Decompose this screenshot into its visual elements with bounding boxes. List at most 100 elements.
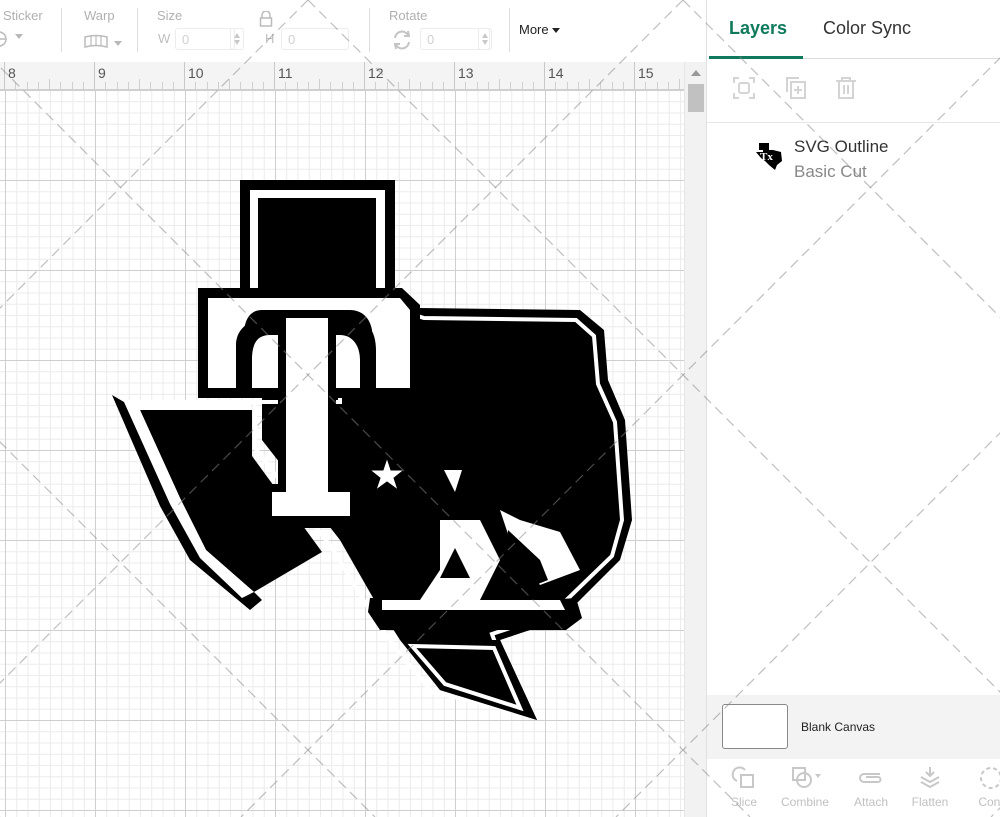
combine-button[interactable]: Combine — [777, 765, 833, 809]
ruler-major-tick — [184, 62, 185, 89]
ruler-minor-tick — [555, 82, 557, 89]
layer-item[interactable]: Tx SVG Outline Basic Cut — [707, 123, 1000, 193]
height-input[interactable] — [281, 28, 349, 50]
lock-icon[interactable] — [259, 10, 273, 30]
canvas-row[interactable]: Blank Canvas — [707, 695, 1000, 759]
width-stepper[interactable] — [230, 28, 244, 50]
ruler-minor-tick — [296, 82, 298, 89]
ruler-minor-tick — [150, 82, 152, 89]
ruler-minor-tick — [37, 82, 39, 89]
ruler-minor-tick — [532, 82, 534, 89]
ruler-minor-tick — [566, 82, 568, 89]
ruler-minor-tick — [667, 82, 669, 89]
blank-canvas-label: Blank Canvas — [801, 720, 876, 734]
ruler-minor-tick — [26, 82, 28, 89]
layer-actions-bar: Slice Combine Attach Flatten Cont — [707, 759, 1000, 817]
ruler-minor-tick — [487, 82, 489, 89]
horizontal-ruler: 8 9 10 11 12 13 14 15 — [0, 62, 684, 90]
ruler-minor-tick — [521, 82, 523, 89]
flatten-icon — [920, 767, 940, 789]
slice-button[interactable]: Slice — [729, 765, 759, 809]
ruler-minor-tick — [49, 79, 50, 89]
ruler-minor-tick — [476, 82, 478, 89]
attach-icon — [859, 773, 882, 783]
ruler-minor-tick — [386, 82, 388, 89]
ruler-label: 12 — [368, 65, 384, 81]
tab-color-sync[interactable]: Color Sync — [823, 18, 911, 39]
ruler-minor-tick — [442, 82, 444, 89]
size-label: Size — [157, 8, 183, 23]
sticker-label: Sticker — [3, 8, 43, 23]
rotate-group: Rotate — [370, 0, 510, 60]
width-label: W — [158, 31, 171, 46]
rotate-label: Rotate — [389, 8, 428, 23]
ruler-label: 8 — [8, 65, 16, 81]
ruler-label: 10 — [188, 65, 204, 81]
ruler-label: 15 — [638, 65, 654, 81]
ruler-minor-tick — [60, 82, 62, 89]
rotate-icon[interactable] — [391, 29, 413, 54]
ruler-minor-tick — [611, 82, 613, 89]
design-canvas[interactable] — [0, 90, 684, 817]
ruler-major-tick — [274, 62, 275, 89]
warp-dropdown-icon[interactable] — [114, 41, 122, 46]
ruler-major-tick — [364, 62, 365, 89]
rotate-stepper[interactable] — [478, 28, 492, 50]
ruler-minor-tick — [285, 82, 287, 89]
active-tab-indicator — [709, 56, 803, 59]
ruler-minor-tick — [240, 82, 242, 89]
ruler-minor-tick — [319, 79, 320, 89]
ruler-minor-tick — [82, 82, 84, 89]
ruler-minor-tick — [397, 82, 399, 89]
scroll-thumb[interactable] — [688, 84, 704, 112]
ruler-minor-tick — [206, 82, 208, 89]
sticker-dropdown-icon[interactable] — [15, 34, 23, 39]
attach-label: Attach — [853, 795, 889, 809]
size-group: Size W H — [138, 0, 368, 60]
warp-icon[interactable] — [83, 34, 109, 53]
contour-button[interactable]: Cont — [969, 765, 1000, 809]
delete-icon[interactable] — [834, 76, 858, 100]
blank-canvas-swatch[interactable] — [722, 704, 788, 749]
more-caret-icon[interactable] — [552, 28, 560, 33]
ruler-minor-tick — [600, 82, 602, 89]
canvas-vertical-scrollbar[interactable] — [684, 62, 706, 817]
scroll-up-arrow-icon[interactable] — [691, 70, 701, 76]
edit-toolbar: Sticker Warp Size W H — [0, 0, 708, 62]
ruler-label: 11 — [278, 65, 293, 81]
ruler-minor-tick — [656, 82, 658, 89]
ruler-minor-tick — [172, 82, 174, 89]
ruler-minor-tick — [341, 82, 343, 89]
ruler-major-tick — [4, 62, 5, 89]
ruler-minor-tick — [679, 79, 680, 89]
width-input[interactable] — [175, 28, 235, 50]
ruler-minor-tick — [161, 82, 163, 89]
attach-button[interactable]: Attach — [849, 765, 893, 809]
group-icon[interactable] — [732, 76, 756, 100]
tx-logo-thumbnail-icon: Tx — [755, 141, 783, 171]
duplicate-icon[interactable] — [783, 76, 807, 100]
ruler-minor-tick — [375, 82, 377, 89]
ruler-minor-tick — [195, 82, 197, 89]
ruler-minor-tick — [431, 82, 433, 89]
warp-label: Warp — [84, 8, 115, 23]
ruler-minor-tick — [71, 82, 73, 89]
height-label: H — [265, 31, 275, 46]
ruler-minor-tick — [15, 82, 17, 89]
ruler-minor-tick — [229, 79, 230, 89]
ruler-minor-tick — [420, 82, 422, 89]
flatten-label: Flatten — [911, 795, 949, 809]
tab-layers[interactable]: Layers — [729, 18, 787, 39]
ruler-minor-tick — [251, 82, 253, 89]
ruler-minor-tick — [105, 82, 107, 89]
tx-logo[interactable] — [0, 90, 684, 817]
sticker-icon[interactable] — [0, 30, 12, 51]
toolbar-divider — [509, 8, 510, 52]
svg-text:Tx: Tx — [760, 151, 773, 163]
design-space-app: Sticker Warp Size W H — [0, 0, 1000, 817]
ruler-minor-tick — [645, 82, 647, 89]
ruler-minor-tick — [465, 82, 467, 89]
more-button[interactable]: More — [519, 22, 549, 37]
flatten-button[interactable]: Flatten — [908, 765, 952, 809]
ruler-label: 9 — [98, 65, 106, 81]
